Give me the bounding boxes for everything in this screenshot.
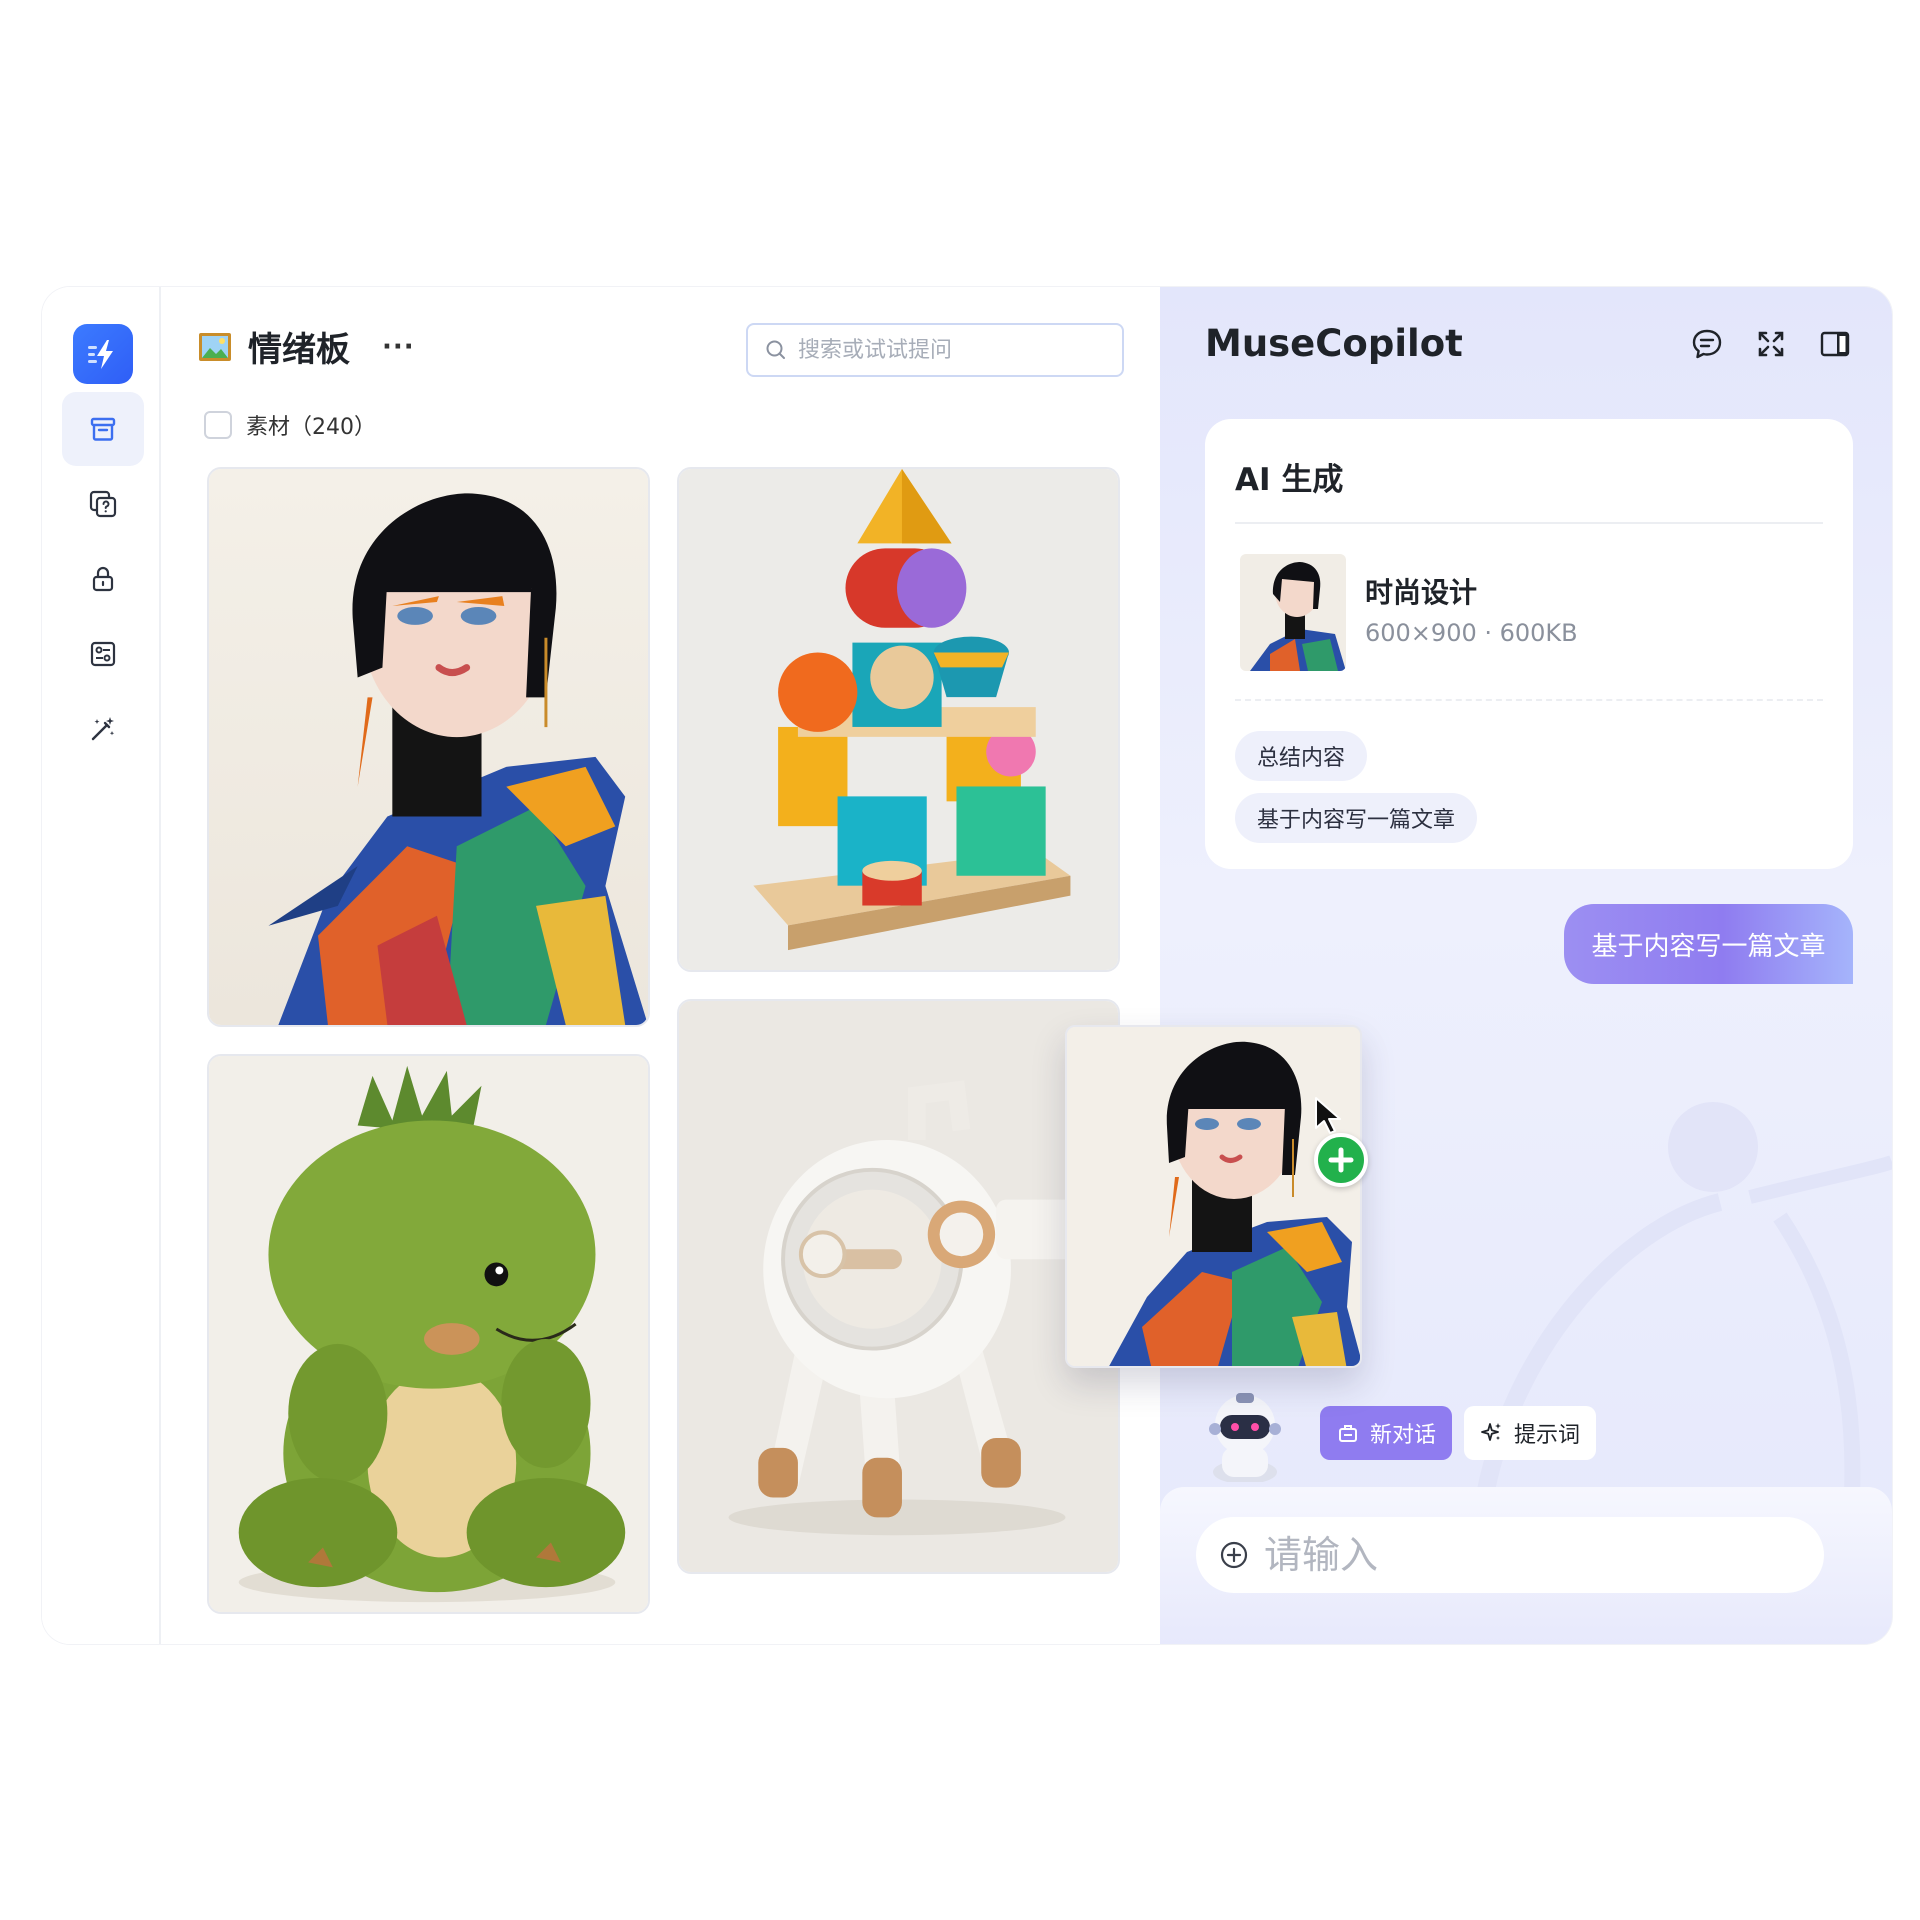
- add-circle-icon[interactable]: [1218, 1539, 1250, 1571]
- prompt-button[interactable]: 提示词: [1464, 1406, 1597, 1460]
- decor-lines: [1471, 1155, 1892, 1527]
- moodboard-area: 情绪板 ··· 素材（240）: [163, 287, 1158, 1644]
- material-count-label: 素材（240）: [246, 415, 376, 440]
- dashed-divider: [1235, 699, 1823, 701]
- magic-wand-icon: [91, 717, 115, 741]
- lock-icon: [92, 566, 114, 592]
- mouse-cursor-icon: [1315, 1097, 1341, 1134]
- wooden-blocks-image[interactable]: [677, 467, 1120, 972]
- new-chat-icon: [1339, 1425, 1357, 1442]
- copy-help-icon: [89, 490, 117, 518]
- more-options-button[interactable]: ···: [382, 332, 415, 362]
- white-robot-toy-image[interactable]: [677, 999, 1120, 1574]
- settings-panel-icon: [90, 641, 116, 667]
- app-window: 情绪板 ··· 素材（240）: [42, 287, 1892, 1644]
- ai-card-title: AI 生成: [1235, 462, 1344, 498]
- search-input[interactable]: [798, 337, 1098, 363]
- write-article-chip[interactable]: 基于内容写一篇文章: [1235, 793, 1478, 843]
- copilot-title: MuseCopilot: [1205, 322, 1463, 365]
- copilot-panel: MuseCopilot AI 生成 时尚设计 600×900 · 600KB 总…: [1160, 287, 1892, 1644]
- select-all-row: 素材（240）: [204, 409, 376, 441]
- chat-input-box[interactable]: [1196, 1517, 1824, 1593]
- picture-emoji-icon: [199, 332, 231, 361]
- sidebar-item-magic-wand[interactable]: [62, 692, 144, 766]
- sparkle-icon: [1481, 1423, 1501, 1441]
- file-meta: 600×900 · 600KB: [1365, 619, 1578, 647]
- sidebar-item-archive[interactable]: [62, 392, 144, 466]
- fashion-girl-image[interactable]: [207, 467, 650, 1027]
- copilot-actions: [1690, 327, 1852, 361]
- select-all-checkbox[interactable]: [204, 411, 232, 439]
- sidebar-item-copy-help[interactable]: [62, 467, 144, 541]
- file-thumbnail[interactable]: [1240, 554, 1346, 671]
- sidebar-item-settings-panel[interactable]: [62, 617, 144, 691]
- chat-input[interactable]: [1264, 1533, 1784, 1577]
- sidebar-item-lock[interactable]: [62, 542, 144, 616]
- archive-box-icon: [90, 417, 116, 441]
- divider: [1235, 522, 1823, 524]
- sidebar: [42, 287, 161, 1644]
- dragging-image-preview[interactable]: [1065, 1025, 1362, 1368]
- summarize-chip[interactable]: 总结内容: [1235, 731, 1368, 781]
- new-chat-button[interactable]: 新对话: [1320, 1406, 1453, 1460]
- prompt-label: 提示词: [1514, 1423, 1581, 1448]
- add-plus-icon: [1314, 1133, 1368, 1187]
- flash-logo-icon[interactable]: [73, 324, 133, 384]
- board-header: 情绪板 ···: [198, 322, 415, 371]
- ai-generate-card: AI 生成 时尚设计 600×900 · 600KB 总结内容 基于内容写一篇文…: [1205, 419, 1853, 869]
- side-panel-icon[interactable]: [1818, 327, 1852, 361]
- input-tray: [1160, 1487, 1892, 1644]
- file-name: 时尚设计: [1365, 576, 1478, 609]
- page-title: 情绪板: [248, 330, 350, 370]
- robot-avatar: [1209, 1393, 1281, 1482]
- new-chat-label: 新对话: [1370, 1423, 1437, 1448]
- search-icon: [766, 340, 785, 359]
- user-message-bubble: 基于内容写一篇文章: [1564, 904, 1853, 984]
- search-box[interactable]: [746, 323, 1124, 377]
- green-dino-plush-image[interactable]: [207, 1054, 650, 1614]
- expand-icon[interactable]: [1754, 327, 1788, 361]
- chat-bubble-icon[interactable]: [1690, 327, 1724, 361]
